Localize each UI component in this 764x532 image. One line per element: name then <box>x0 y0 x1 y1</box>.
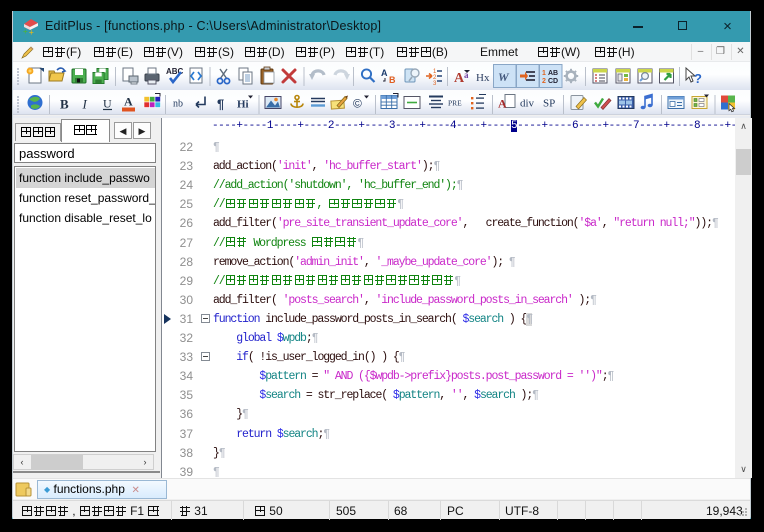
svg-text:+: + <box>29 28 34 35</box>
svg-text:Hi: Hi <box>237 99 249 111</box>
svg-text:A: A <box>498 97 507 111</box>
svg-text:A: A <box>124 95 133 109</box>
svg-text:B: B <box>60 97 69 112</box>
svg-text:div: div <box>520 98 535 110</box>
svg-text:?: ? <box>694 71 702 86</box>
svg-text:W: W <box>498 70 510 84</box>
svg-text:1: 1 <box>542 70 546 77</box>
svg-text:B: B <box>389 75 396 85</box>
svg-text:2: 2 <box>542 78 546 85</box>
svg-text:Hx: Hx <box>476 72 490 84</box>
svg-text:¶: ¶ <box>217 97 224 112</box>
svg-text:A: A <box>381 68 388 78</box>
svg-text:U: U <box>103 97 112 111</box>
svg-text:I: I <box>82 97 88 112</box>
svg-text:CD: CD <box>548 78 558 85</box>
svg-text:3: 3 <box>433 81 437 87</box>
svg-text:ABC: ABC <box>166 67 184 76</box>
svg-text:+: + <box>23 27 28 35</box>
svg-text:©: © <box>353 97 362 111</box>
svg-text:nb: nb <box>173 99 183 110</box>
svg-text:PRE: PRE <box>448 99 462 108</box>
svg-text:SP: SP <box>543 98 555 110</box>
svg-text:AB: AB <box>548 70 558 77</box>
